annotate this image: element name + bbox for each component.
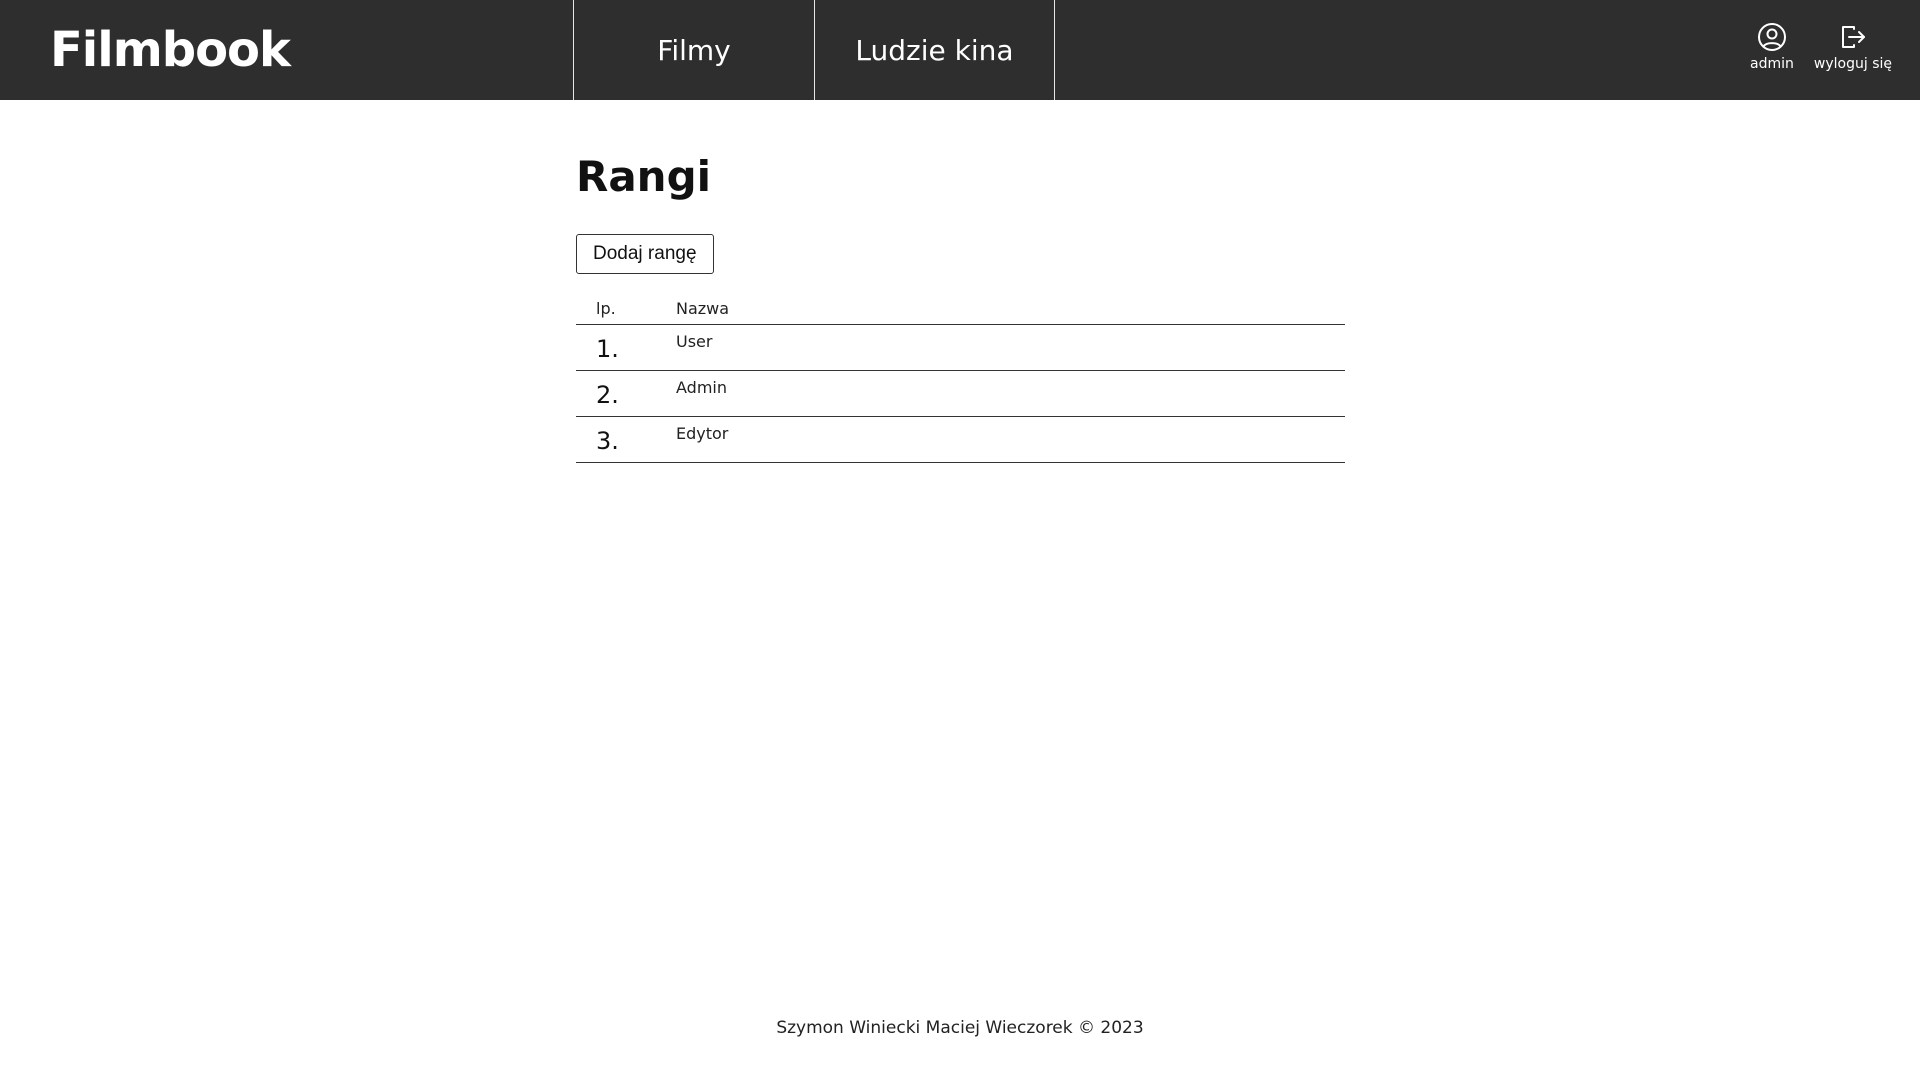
logout-button[interactable]: wyloguj się bbox=[1814, 22, 1892, 72]
main-content: Rangi Dodaj rangę lp. Nazwa 1. User 2. A… bbox=[576, 150, 1345, 463]
user-area: admin wyloguj się bbox=[1750, 22, 1892, 72]
table-row[interactable]: 3. Edytor bbox=[576, 416, 1345, 463]
user-circle-icon bbox=[1757, 22, 1787, 52]
row-number: 2. bbox=[576, 370, 676, 417]
table-header-row: lp. Nazwa bbox=[576, 294, 1345, 325]
footer-credits: Szymon Winiecki Maciej Wieczorek © 2023 bbox=[776, 1018, 1144, 1038]
row-number: 1. bbox=[576, 324, 676, 371]
ranks-table: lp. Nazwa 1. User 2. Admin 3. Edytor bbox=[576, 294, 1345, 463]
page-title: Rangi bbox=[576, 152, 712, 201]
account-label: admin bbox=[1750, 56, 1794, 72]
account-button[interactable]: admin bbox=[1750, 22, 1794, 72]
row-name: User bbox=[676, 324, 1345, 371]
row-name: Admin bbox=[676, 370, 1345, 417]
top-navbar: Filmbook Filmy Ludzie kina admin wyloguj… bbox=[0, 0, 1920, 100]
table-row[interactable]: 1. User bbox=[576, 324, 1345, 371]
main-nav: Filmy Ludzie kina bbox=[573, 0, 1055, 100]
logout-icon bbox=[1838, 22, 1868, 52]
row-name: Edytor bbox=[676, 416, 1345, 463]
column-header-lp: lp. bbox=[576, 294, 676, 325]
column-header-nazwa: Nazwa bbox=[676, 294, 1345, 325]
nav-item-ludzie-kina[interactable]: Ludzie kina bbox=[814, 0, 1055, 100]
app-logo[interactable]: Filmbook bbox=[50, 18, 291, 82]
nav-item-filmy[interactable]: Filmy bbox=[573, 0, 814, 100]
row-number: 3. bbox=[576, 416, 676, 463]
logout-label: wyloguj się bbox=[1813, 56, 1892, 72]
add-rank-button[interactable]: Dodaj rangę bbox=[576, 234, 714, 274]
table-row[interactable]: 2. Admin bbox=[576, 370, 1345, 417]
